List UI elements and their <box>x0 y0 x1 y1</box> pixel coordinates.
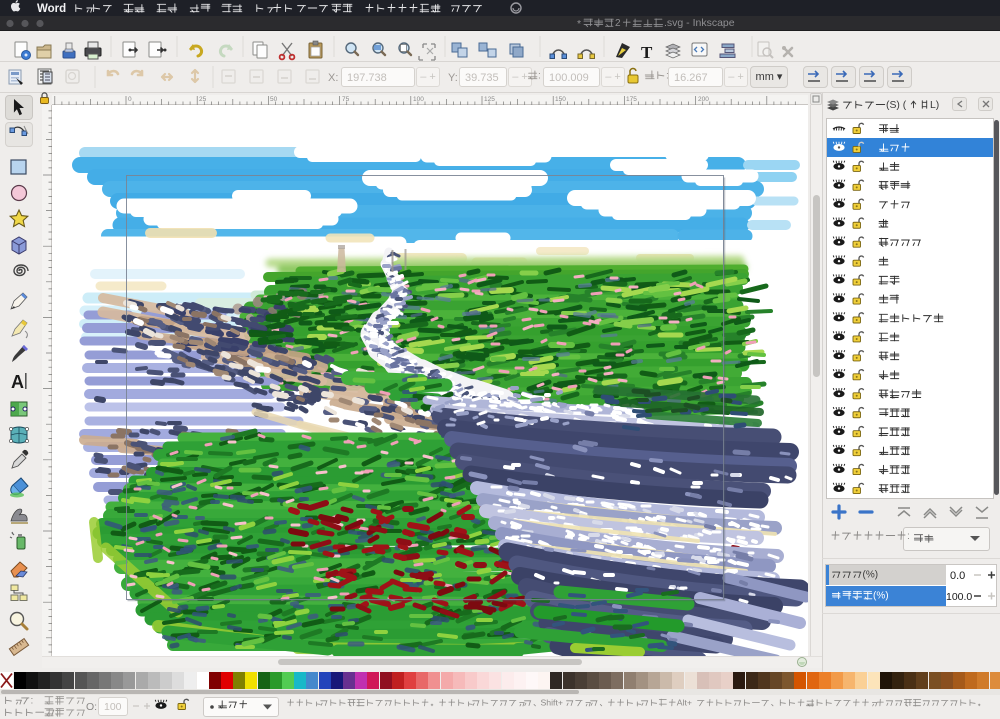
svg-text:Alt+: Alt+ <box>677 698 692 708</box>
svg-text::: : <box>31 696 34 707</box>
svg-text:Shift+: Shift+ <box>541 698 563 708</box>
svg-text::: : <box>56 708 59 719</box>
svg-text:O:: O: <box>86 701 97 713</box>
svg-text:A: A <box>11 372 24 392</box>
